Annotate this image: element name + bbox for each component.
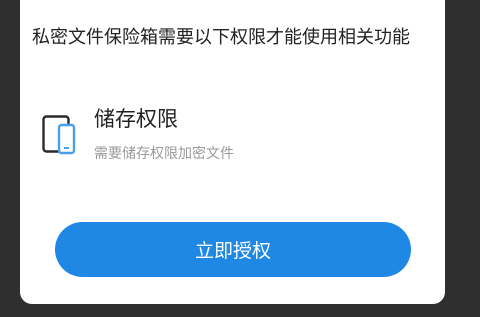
dialog-message: 私密文件保险箱需要以下权限才能使用相关功能 — [32, 27, 410, 48]
permission-title: 储存权限 — [94, 107, 178, 131]
authorize-button[interactable]: 立即授权 — [55, 222, 411, 277]
permission-description: 需要储存权限加密文件 — [94, 146, 234, 162]
permission-dialog: 私密文件保险箱需要以下权限才能使用相关功能 储存权限 需要储存权限加密文件 立即… — [20, 0, 445, 304]
phone-tablet-icon — [42, 115, 76, 155]
